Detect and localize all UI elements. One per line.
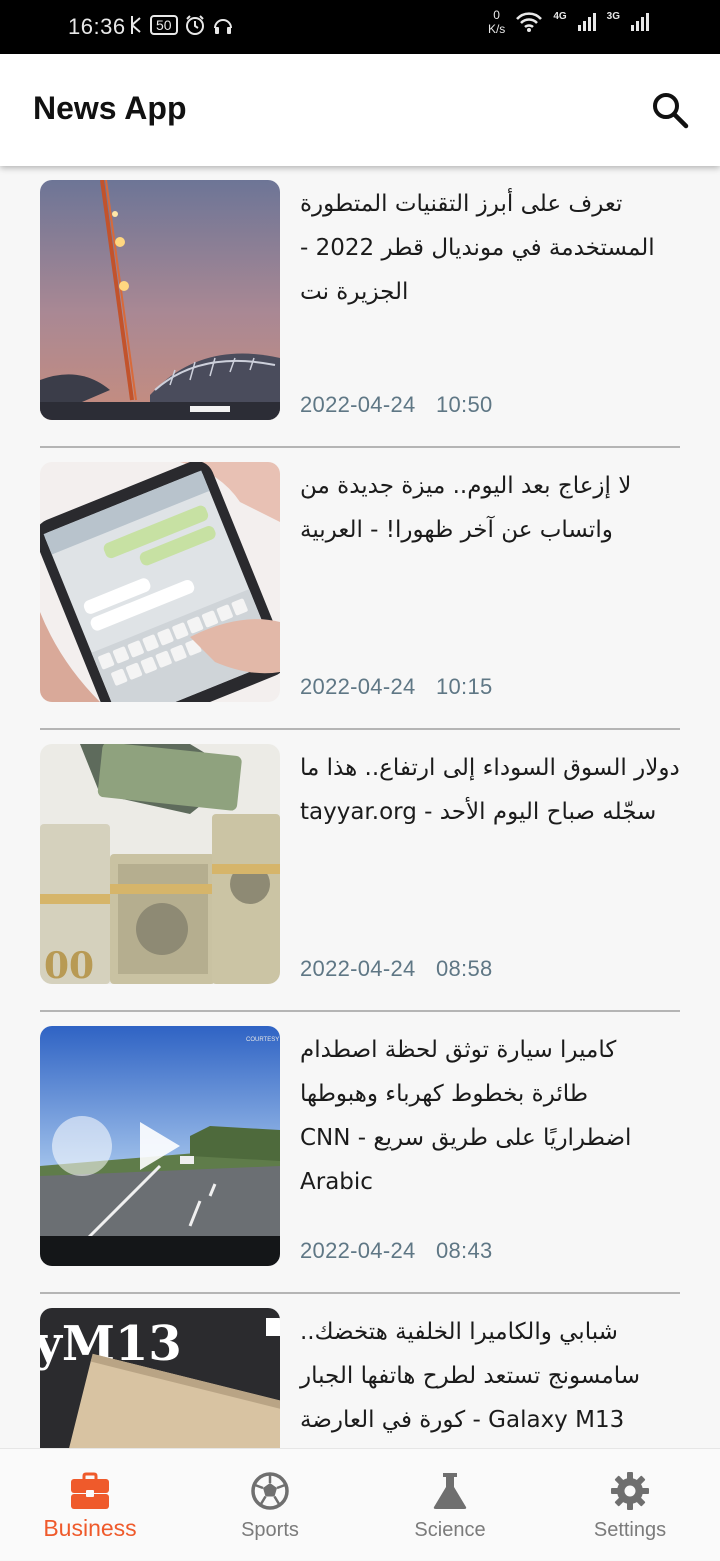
samsung-box-image: yM13	[40, 1308, 280, 1448]
gear-icon	[611, 1472, 649, 1510]
article-date: 2022-04-24	[300, 1238, 416, 1263]
flask-icon	[433, 1473, 467, 1509]
article-headline[interactable]: كاميرا سيارة توثق لحظة اصطدام طائرة بخطو…	[300, 1028, 680, 1204]
article-card[interactable]: COURTESY كاميرا سيارة توثق لحظة اصطدام ط…	[40, 1012, 680, 1294]
article-thumbnail[interactable]	[40, 462, 280, 702]
soccer-ball-icon	[251, 1472, 289, 1510]
article-time: 10:15	[435, 674, 493, 699]
signal-bars-icon-2	[631, 13, 649, 31]
article-thumbnail[interactable]: COURTESY	[40, 1026, 280, 1266]
nav-label: Business	[43, 1515, 137, 1541]
news-feed[interactable]: تعرف على أبرز التقنيات المتطورة المستخدم…	[0, 166, 720, 1448]
charging-icon	[131, 16, 141, 34]
article-card[interactable]: لا إزعاج بعد اليوم.. ميزة جديدة من واتسا…	[40, 448, 680, 730]
nav-business[interactable]: Business	[0, 1449, 180, 1561]
article-meta: 2022-04-24 08:58	[300, 956, 493, 982]
nav-sports[interactable]: Sports	[180, 1449, 360, 1561]
status-bar: 16:36 50 0 K/s 4G 3G	[0, 0, 720, 54]
network-speed: 0 K/s	[488, 8, 505, 36]
article-meta: 2022-04-24 10:50	[300, 392, 493, 418]
wifi-icon	[516, 12, 543, 32]
article-date: 2022-04-24	[300, 392, 416, 417]
app-title: News App	[33, 90, 187, 126]
nav-label: Sports	[241, 1519, 299, 1541]
status-right-icons: 0 K/s 4G 3G	[488, 8, 650, 36]
article-thumbnail[interactable]: 00	[40, 744, 280, 984]
headphones-icon	[213, 19, 232, 34]
article-date: 2022-04-24	[300, 956, 416, 981]
stadium-crane-image	[40, 180, 280, 420]
svg-text:00: 00	[44, 945, 94, 984]
nav-science[interactable]: Science	[360, 1449, 540, 1561]
article-date: 2022-04-24	[300, 674, 416, 699]
network-speed-value: 0	[493, 8, 500, 22]
article-time: 10:50	[435, 392, 493, 417]
status-left-icons: 50	[128, 14, 234, 36]
nav-label: Settings	[593, 1519, 667, 1541]
article-card[interactable]: yM13 شبابي والكاميرا الخلفية هتخضك.. سام…	[40, 1294, 680, 1448]
article-headline[interactable]: لا إزعاج بعد اليوم.. ميزة جديدة من واتسا…	[300, 464, 680, 552]
dashcam-highway-image: COURTESY	[40, 1026, 280, 1266]
article-meta: 2022-04-24 10:15	[300, 674, 493, 700]
article-thumbnail[interactable]	[40, 180, 280, 420]
bottom-navigation: Business Sports Science Settings	[0, 1448, 720, 1560]
article-card[interactable]: 00 دولار السوق السوداء إلى ارتفاع.. هذا …	[40, 730, 680, 1012]
briefcase-icon	[71, 1472, 109, 1509]
signal-type-2: 3G	[606, 10, 620, 22]
article-card[interactable]: تعرف على أبرز التقنيات المتطورة المستخدم…	[40, 166, 680, 448]
article-headline[interactable]: شبابي والكاميرا الخلفية هتخضك.. سامسونج …	[300, 1310, 680, 1442]
dollar-bundles-image: 00	[40, 744, 280, 984]
phone-messaging-image	[40, 462, 280, 702]
article-thumbnail[interactable]: yM13	[40, 1308, 280, 1448]
article-headline[interactable]: دولار السوق السوداء إلى ارتفاع.. هذا ما …	[300, 746, 680, 834]
search-icon	[653, 93, 689, 129]
nav-label: Science	[414, 1519, 486, 1541]
article-time: 08:58	[435, 956, 493, 981]
network-speed-unit: K/s	[487, 22, 506, 36]
search-button[interactable]	[650, 90, 690, 130]
article-meta: 2022-04-24 08:43	[300, 1238, 493, 1264]
signal-bars-icon	[577, 13, 596, 31]
signal-type-1: 4G	[553, 10, 567, 22]
nav-settings[interactable]: Settings	[540, 1449, 720, 1561]
image-caption: COURTESY	[246, 1037, 279, 1043]
status-time: 16:36	[68, 14, 126, 39]
battery-indicator: 50	[150, 15, 178, 35]
article-time: 08:43	[435, 1238, 493, 1263]
article-headline[interactable]: تعرف على أبرز التقنيات المتطورة المستخدم…	[300, 182, 680, 314]
alarm-icon	[185, 15, 204, 35]
app-bar: News App	[0, 54, 720, 166]
